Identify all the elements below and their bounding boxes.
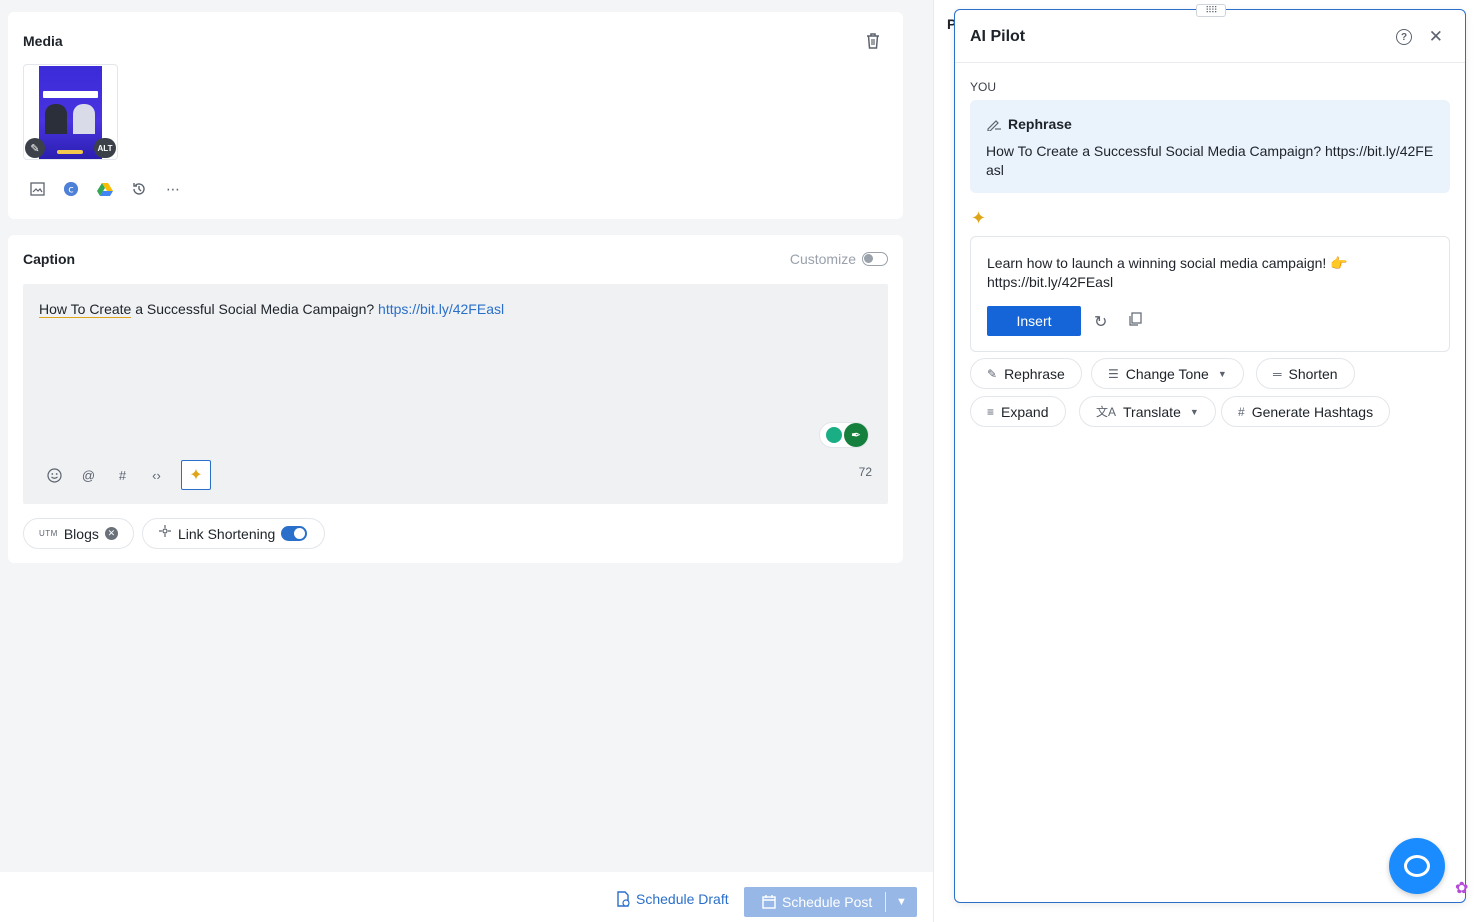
ai-pilot-title: AI Pilot bbox=[970, 28, 1026, 45]
emoji-icon[interactable] bbox=[45, 466, 64, 485]
brain-icon[interactable]: ✿ bbox=[1455, 878, 1468, 898]
support-chat-button[interactable] bbox=[1389, 838, 1445, 894]
chevron-down-icon: ▼ bbox=[1217, 368, 1227, 379]
caption-link[interactable]: https://bit.ly/42FEasl bbox=[378, 301, 504, 317]
customize-toggle[interactable]: Customize bbox=[790, 251, 888, 267]
you-label: YOU bbox=[970, 80, 997, 94]
generate-hashtags-chip[interactable]: # Generate Hashtags bbox=[1221, 396, 1391, 427]
utm-chip[interactable]: UTM Blogs ✕ bbox=[23, 518, 134, 549]
media-card: Media ✎ ALT c ⋯ bbox=[8, 12, 903, 219]
grammar-assistant-widget[interactable]: ✒ bbox=[819, 422, 869, 448]
ai-pilot-panel: ⠿⠿ AI Pilot ? ✕ YOU Rephrase How To Crea… bbox=[954, 4, 1466, 903]
rephrase-icon bbox=[987, 120, 1001, 131]
caption-text-flagged: How To Create bbox=[39, 301, 132, 318]
hashtag-icon[interactable]: # bbox=[113, 466, 132, 485]
user-request-bubble: Rephrase How To Create a Successful Soci… bbox=[970, 100, 1450, 193]
ai-sparkle-icon: ✦ bbox=[971, 208, 987, 228]
shorten-chip-label: Shorten bbox=[1288, 365, 1338, 382]
caption-text-body: a Successful Social Media Campaign? bbox=[131, 301, 379, 317]
generate-hashtags-chip-label: Generate Hashtags bbox=[1251, 403, 1374, 420]
translate-icon: 文A bbox=[1096, 405, 1117, 419]
help-icon[interactable]: ? bbox=[1396, 29, 1412, 45]
shorten-icon: ═ bbox=[1273, 366, 1282, 381]
bulb-icon bbox=[826, 427, 842, 443]
ai-sparkle-button[interactable]: ✦ bbox=[181, 460, 211, 490]
media-thumbnail[interactable]: ✎ ALT bbox=[23, 64, 118, 160]
schedule-post-main[interactable]: Schedule Post bbox=[744, 894, 885, 910]
svg-text:c: c bbox=[68, 185, 74, 196]
translate-chip[interactable]: 文A Translate ▼ bbox=[1079, 396, 1216, 427]
request-text: How To Create a Successful Social Media … bbox=[986, 143, 1434, 178]
remove-utm-icon[interactable]: ✕ bbox=[104, 527, 118, 540]
more-icon[interactable]: ⋯ bbox=[164, 180, 182, 198]
editor-toolbar: @ # ‹› ✦ bbox=[45, 460, 211, 490]
caption-editor[interactable]: How To Create a Successful Social Media … bbox=[23, 284, 888, 504]
google-drive-icon[interactable] bbox=[96, 180, 114, 198]
request-action: Rephrase bbox=[986, 116, 1072, 132]
character-count: 72 bbox=[858, 465, 872, 479]
link-shortening-chip[interactable]: Link Shortening bbox=[142, 518, 325, 549]
ai-response-card: Learn how to launch a winning social med… bbox=[970, 236, 1450, 352]
request-action-label: Rephrase bbox=[1008, 116, 1072, 132]
bottom-action-bar: Schedule Draft Schedule Post ▼ bbox=[0, 872, 933, 922]
ai-pilot-header: AI Pilot ? ✕ bbox=[955, 10, 1465, 63]
sliders-icon: ☰ bbox=[1108, 366, 1119, 381]
rephrase-chip[interactable]: ✎ Rephrase bbox=[970, 358, 1082, 389]
canva-icon[interactable]: c bbox=[62, 180, 80, 198]
edit-media-icon[interactable]: ✎ bbox=[25, 138, 45, 158]
rephrase-chip-label: Rephrase bbox=[1004, 365, 1065, 382]
chevron-down-icon[interactable]: ▼ bbox=[886, 896, 917, 908]
schedule-post-button[interactable]: Schedule Post ▼ bbox=[744, 887, 917, 917]
media-image bbox=[39, 66, 102, 159]
caption-title: Caption bbox=[23, 251, 76, 267]
history-icon[interactable] bbox=[130, 180, 148, 198]
link-shortening-switch[interactable] bbox=[281, 526, 308, 541]
regenerate-icon[interactable]: ↻ bbox=[1094, 312, 1107, 332]
code-icon[interactable]: ‹› bbox=[147, 466, 166, 485]
shorten-chip[interactable]: ═ Shorten bbox=[1256, 358, 1355, 389]
expand-icon: ≡ bbox=[987, 404, 995, 419]
calendar-icon bbox=[762, 895, 776, 909]
alt-text-button[interactable]: ALT bbox=[94, 138, 116, 158]
link-shortening-label: Link Shortening bbox=[178, 525, 276, 542]
mention-icon[interactable]: @ bbox=[79, 466, 98, 485]
caption-text[interactable]: How To Create a Successful Social Media … bbox=[39, 301, 504, 318]
translate-chip-label: Translate bbox=[1123, 403, 1181, 420]
feather-icon: ✒ bbox=[844, 423, 868, 447]
link-shortening-icon bbox=[158, 524, 172, 543]
change-tone-chip[interactable]: ☰ Change Tone ▼ bbox=[1091, 358, 1244, 389]
trash-icon[interactable] bbox=[865, 32, 881, 50]
customize-switch[interactable] bbox=[862, 252, 888, 266]
hashtag-icon: # bbox=[1238, 404, 1245, 419]
customize-label: Customize bbox=[789, 251, 856, 267]
draft-icon bbox=[617, 891, 630, 907]
composer-pane: Media ✎ ALT c ⋯ Caption Customize How To… bbox=[0, 0, 933, 922]
expand-chip-label: Expand bbox=[1001, 403, 1049, 420]
expand-chip[interactable]: ≡ Expand bbox=[970, 396, 1066, 427]
media-toolbar: c ⋯ bbox=[28, 180, 182, 198]
media-title: Media bbox=[23, 33, 63, 49]
rephrase-icon: ✎ bbox=[987, 366, 998, 381]
chevron-down-icon: ▼ bbox=[1189, 406, 1199, 417]
insert-button[interactable]: Insert bbox=[987, 306, 1081, 336]
utm-prefix: UTM bbox=[39, 529, 58, 538]
response-text: Learn how to launch a winning social med… bbox=[987, 255, 1348, 290]
chat-bubble-icon bbox=[1404, 855, 1430, 877]
schedule-post-label: Schedule Post bbox=[782, 894, 873, 910]
change-tone-chip-label: Change Tone bbox=[1125, 365, 1209, 382]
image-upload-icon[interactable] bbox=[28, 180, 46, 198]
schedule-draft-label: Schedule Draft bbox=[636, 891, 729, 907]
copy-icon[interactable] bbox=[1128, 312, 1142, 329]
caption-card: Caption Customize How To Create a Succes… bbox=[8, 235, 903, 563]
schedule-draft-button[interactable]: Schedule Draft bbox=[616, 891, 729, 907]
utm-label: Blogs bbox=[63, 525, 99, 542]
close-icon[interactable]: ✕ bbox=[1429, 27, 1443, 47]
